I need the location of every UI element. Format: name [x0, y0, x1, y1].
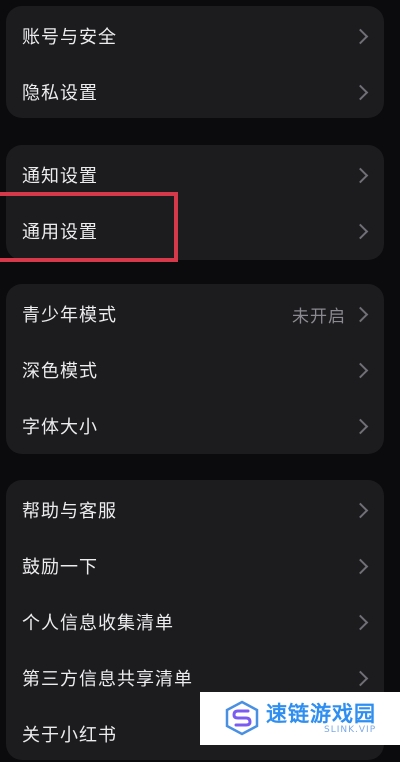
- watermark-title: 速链游戏园: [266, 702, 376, 726]
- chevron-right-icon: [352, 167, 369, 183]
- settings-group-display: 青少年模式 未开启 深色模式 字体大小: [6, 284, 384, 454]
- row-label: 关于小红书: [22, 725, 117, 746]
- teen-mode-status: 未开启: [292, 306, 346, 327]
- chevron-right-icon: [352, 670, 369, 686]
- row-font-size[interactable]: 字体大小: [6, 398, 384, 454]
- row-label: 帮助与客服: [22, 501, 117, 522]
- chevron-right-icon: [352, 418, 369, 434]
- chevron-right-icon: [352, 223, 369, 239]
- link-s-logo-icon: [225, 700, 259, 736]
- row-label: 青少年模式: [22, 305, 117, 326]
- row-account-security[interactable]: 账号与安全: [6, 8, 384, 64]
- row-label: 隐私设置: [22, 83, 98, 104]
- row-encourage[interactable]: 鼓励一下: [6, 538, 384, 594]
- settings-group-account: 账号与安全 隐私设置: [6, 6, 384, 118]
- row-label: 字体大小: [22, 417, 98, 438]
- row-label: 账号与安全: [22, 27, 117, 48]
- row-label: 通知设置: [22, 166, 98, 187]
- row-dark-mode[interactable]: 深色模式: [6, 342, 384, 398]
- chevron-right-icon: [352, 502, 369, 518]
- row-personal-info-list[interactable]: 个人信息收集清单: [6, 594, 384, 650]
- watermark-subtitle: SLINK.VIP: [324, 725, 377, 735]
- row-label: 第三方信息共享清单: [22, 669, 193, 690]
- chevron-right-icon: [352, 84, 369, 100]
- chevron-right-icon: [352, 558, 369, 574]
- chevron-right-icon: [352, 614, 369, 630]
- row-label: 个人信息收集清单: [22, 613, 174, 634]
- chevron-right-icon: [352, 306, 369, 322]
- chevron-right-icon: [352, 28, 369, 44]
- watermark: 速链游戏园 SLINK.VIP: [200, 692, 400, 745]
- highlight-box: [0, 192, 178, 262]
- row-label: 深色模式: [22, 361, 98, 382]
- row-label: 鼓励一下: [22, 557, 98, 578]
- row-privacy-settings[interactable]: 隐私设置: [6, 64, 384, 120]
- chevron-right-icon: [352, 362, 369, 378]
- row-teen-mode[interactable]: 青少年模式 未开启: [6, 286, 384, 342]
- row-help-service[interactable]: 帮助与客服: [6, 482, 384, 538]
